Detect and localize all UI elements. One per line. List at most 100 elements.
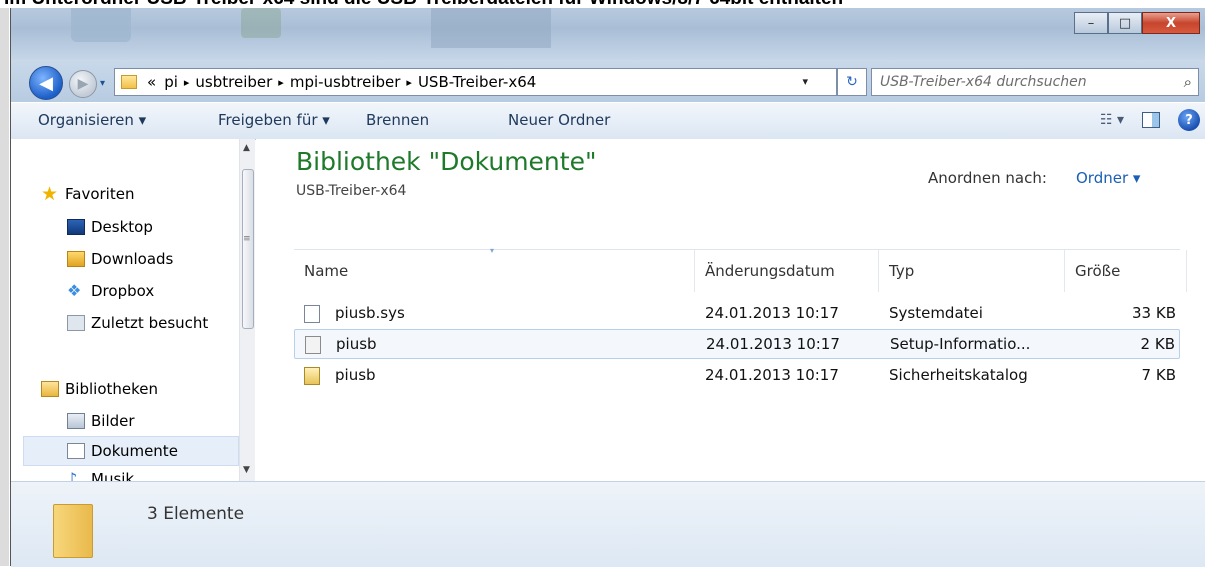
refresh-button[interactable]: ↻ bbox=[837, 68, 867, 96]
library-subtitle: USB-Treiber-x64 bbox=[296, 183, 407, 199]
sidebar-item-bilder[interactable]: Bilder bbox=[67, 412, 135, 430]
close-button[interactable]: X bbox=[1142, 12, 1200, 34]
file-row[interactable]: piusb.sys 24.01.2013 10:17 Systemdatei 3… bbox=[294, 299, 1180, 329]
scroll-grip-icon: ≡ bbox=[243, 234, 251, 244]
scroll-down-icon[interactable]: ▼ bbox=[243, 465, 250, 475]
sidebar-item-dropbox[interactable]: ❖ Dropbox bbox=[67, 282, 154, 300]
forward-button[interactable]: ▶ bbox=[69, 70, 97, 98]
sidebar-item-label: Bilder bbox=[91, 412, 135, 430]
breadcrumb-usbtreiber[interactable]: usbtreiber bbox=[191, 73, 276, 91]
file-row[interactable]: piusb 24.01.2013 10:17 Setup-Informatio.… bbox=[294, 329, 1180, 359]
sidebar-item-label: Musik bbox=[91, 470, 135, 481]
recent-places-icon bbox=[67, 315, 85, 331]
breadcrumb-separator-icon[interactable]: ▸ bbox=[276, 76, 286, 89]
file-type: Setup-Informatio... bbox=[890, 335, 1031, 353]
recent-pages-dropdown[interactable]: ▾ bbox=[100, 78, 110, 89]
sidebar-item-label: Favoriten bbox=[65, 185, 135, 203]
security-catalog-icon bbox=[304, 367, 320, 385]
minimize-button[interactable]: – bbox=[1074, 12, 1108, 34]
sidebar-item-label: Dokumente bbox=[91, 442, 178, 460]
sidebar-item-favoriten[interactable]: ★ Favoriten bbox=[41, 183, 135, 205]
back-button[interactable]: ◀ bbox=[29, 66, 63, 100]
title-bar[interactable]: – □ X bbox=[11, 8, 1205, 60]
column-header-name[interactable]: Name bbox=[294, 250, 695, 292]
file-name: piusb bbox=[335, 366, 376, 384]
sidebar-item-recent[interactable]: Zuletzt besucht bbox=[67, 314, 208, 332]
documents-library-icon bbox=[67, 443, 85, 459]
command-bar: Organisieren ▾ Freigeben für ▾ Brennen N… bbox=[11, 102, 1205, 140]
arrange-by-label: Anordnen nach: bbox=[928, 169, 1047, 187]
sidebar-item-label: Desktop bbox=[91, 218, 153, 236]
desktop-icon bbox=[67, 219, 85, 235]
scroll-thumb[interactable] bbox=[242, 169, 254, 329]
file-name: piusb bbox=[336, 335, 377, 353]
navigation-pane: ★ Favoriten Desktop Downloads ❖ Dropbox … bbox=[11, 139, 255, 481]
help-icon[interactable]: ? bbox=[1178, 109, 1200, 131]
address-bar[interactable]: « pi ▸ usbtreiber ▸ mpi-usbtreiber ▸ USB… bbox=[114, 68, 837, 96]
share-menu-button[interactable]: Freigeben für ▾ bbox=[218, 111, 330, 129]
libraries-icon bbox=[41, 381, 59, 397]
breadcrumb-usb-treiber-x64[interactable]: USB-Treiber-x64 bbox=[414, 73, 540, 91]
file-date: 24.01.2013 10:17 bbox=[705, 366, 839, 384]
sidebar-item-dokumente[interactable]: Dokumente bbox=[23, 436, 239, 466]
music-library-icon: ♪ bbox=[67, 469, 78, 482]
change-view-icon[interactable]: ☷ ▾ bbox=[1100, 112, 1124, 128]
item-count: 3 Elemente bbox=[147, 504, 245, 524]
file-size: 7 KB bbox=[1141, 366, 1176, 384]
address-dropdown-icon[interactable]: ▾ bbox=[802, 75, 808, 88]
sidebar-item-label: Downloads bbox=[91, 250, 174, 268]
sidebar-item-musik[interactable]: ♪ Musik bbox=[67, 470, 134, 481]
star-icon: ★ bbox=[41, 183, 59, 205]
file-date: 24.01.2013 10:17 bbox=[705, 304, 839, 322]
details-pane: 3 Elemente bbox=[11, 481, 1205, 567]
file-type: Sicherheitskatalog bbox=[889, 366, 1028, 384]
breadcrumb-pi[interactable]: pi bbox=[160, 73, 182, 91]
breadcrumb-separator-icon[interactable]: ▸ bbox=[182, 76, 192, 89]
system-file-icon bbox=[304, 305, 320, 323]
breadcrumb-mpi-usbtreiber[interactable]: mpi-usbtreiber bbox=[286, 73, 405, 91]
sidebar-item-downloads[interactable]: Downloads bbox=[67, 250, 173, 268]
scroll-up-icon[interactable]: ▲ bbox=[243, 143, 250, 153]
sidebar-scrollbar[interactable]: ▲ ≡ ▼ bbox=[239, 139, 255, 481]
file-size: 33 KB bbox=[1132, 304, 1176, 322]
downloads-folder-icon bbox=[67, 251, 85, 267]
file-row[interactable]: piusb 24.01.2013 10:17 Sicherheitskatalo… bbox=[294, 361, 1180, 391]
sidebar-item-label: Zuletzt besucht bbox=[91, 314, 209, 332]
folder-icon bbox=[121, 75, 137, 89]
file-date: 24.01.2013 10:17 bbox=[706, 335, 840, 353]
organize-menu-button[interactable]: Organisieren ▾ bbox=[38, 111, 146, 129]
search-icon[interactable]: ⌕ bbox=[1184, 73, 1192, 91]
maximize-button[interactable]: □ bbox=[1108, 12, 1142, 34]
file-list-pane: Bibliothek "Dokumente" USB-Treiber-x64 A… bbox=[256, 139, 1205, 481]
folder-icon bbox=[53, 504, 93, 558]
background-blur bbox=[241, 8, 281, 38]
new-folder-button[interactable]: Neuer Ordner bbox=[508, 111, 610, 129]
search-box[interactable]: ⌕ bbox=[871, 68, 1199, 96]
library-title: Bibliothek "Dokumente" bbox=[296, 147, 597, 176]
column-header-size[interactable]: Größe bbox=[1065, 250, 1187, 292]
preview-pane-icon[interactable] bbox=[1142, 112, 1160, 128]
page-caption: Im Unterordner USB-Treiber-x64 sind die … bbox=[0, 0, 1205, 8]
file-type: Systemdatei bbox=[889, 304, 983, 322]
dropbox-icon: ❖ bbox=[67, 281, 82, 300]
sidebar-item-bibliotheken[interactable]: Bibliotheken bbox=[41, 380, 158, 398]
column-headers: ▾ Name Änderungsdatum Typ Größe bbox=[294, 246, 1187, 292]
background-blur bbox=[431, 8, 551, 48]
breadcrumb-separator-icon[interactable]: ▸ bbox=[404, 76, 414, 89]
arrange-by-dropdown[interactable]: Ordner ▾ bbox=[1076, 169, 1140, 187]
sidebar-item-label: Bibliotheken bbox=[65, 380, 158, 398]
explorer-window: – □ X ◀ ▶ ▾ « pi ▸ usbtreiber ▸ mpi-usbt… bbox=[10, 8, 1205, 567]
background-edge bbox=[0, 8, 9, 566]
burn-button[interactable]: Brennen bbox=[366, 111, 429, 129]
column-header-date[interactable]: Änderungsdatum bbox=[695, 250, 879, 292]
breadcrumb-overflow[interactable]: « bbox=[143, 73, 160, 91]
sidebar-item-label: Dropbox bbox=[91, 282, 155, 300]
column-header-type[interactable]: Typ bbox=[879, 250, 1065, 292]
search-input[interactable] bbox=[872, 69, 1170, 95]
sidebar-item-desktop[interactable]: Desktop bbox=[67, 218, 153, 236]
file-size: 2 KB bbox=[1140, 335, 1175, 353]
background-blur bbox=[71, 8, 131, 42]
window-controls: – □ X bbox=[1074, 12, 1200, 34]
view-controls: ☷ ▾ ? bbox=[1100, 109, 1200, 131]
pictures-library-icon bbox=[67, 413, 85, 429]
